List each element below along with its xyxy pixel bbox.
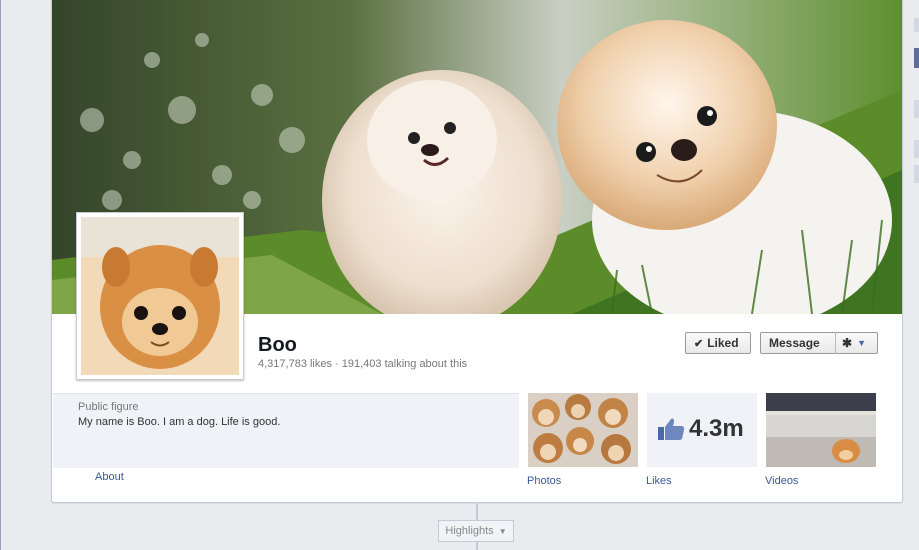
chevron-down-icon: ▼ <box>498 526 507 536</box>
about-text: My name is Boo. I am a dog. Life is good… <box>78 416 281 428</box>
right-sidebar-edge <box>912 0 919 200</box>
thumbs-up-icon <box>657 417 685 444</box>
highlights-label: Highlights <box>445 525 494 537</box>
gear-icon: ✱ <box>842 336 853 350</box>
liked-button-label: Liked <box>707 336 739 350</box>
checkmark-icon: ✔ <box>694 337 704 350</box>
chevron-down-icon: ▼ <box>857 338 866 348</box>
page-header-card: Boo 4,317,783 likes · 191,403 talking ab… <box>51 0 903 503</box>
photos-label[interactable]: Photos <box>527 475 561 487</box>
videos-label[interactable]: Videos <box>765 475 798 487</box>
profile-picture[interactable] <box>76 212 244 380</box>
highlights-dropdown[interactable]: Highlights ▼ <box>438 520 514 542</box>
page-category: Public figure <box>78 401 139 413</box>
about-link[interactable]: About <box>95 471 124 483</box>
likes-count: 4.3m <box>689 415 744 442</box>
likes-tile[interactable]: 4.3m <box>647 393 757 467</box>
left-border <box>0 0 1 550</box>
videos-tile[interactable] <box>766 393 876 467</box>
about-summary: Public figure My name is Boo. I am a dog… <box>53 393 519 468</box>
liked-button[interactable]: ✔ Liked <box>685 332 751 354</box>
message-button-label: Message <box>769 336 820 350</box>
settings-dropdown-button[interactable]: ✱ ▼ <box>835 332 878 354</box>
message-button[interactable]: Message <box>760 332 836 354</box>
likes-label[interactable]: Likes <box>646 475 672 487</box>
photos-tile[interactable] <box>528 393 638 467</box>
page-stats: 4,317,783 likes · 191,403 talking about … <box>258 358 468 370</box>
page-title[interactable]: Boo <box>258 334 297 357</box>
